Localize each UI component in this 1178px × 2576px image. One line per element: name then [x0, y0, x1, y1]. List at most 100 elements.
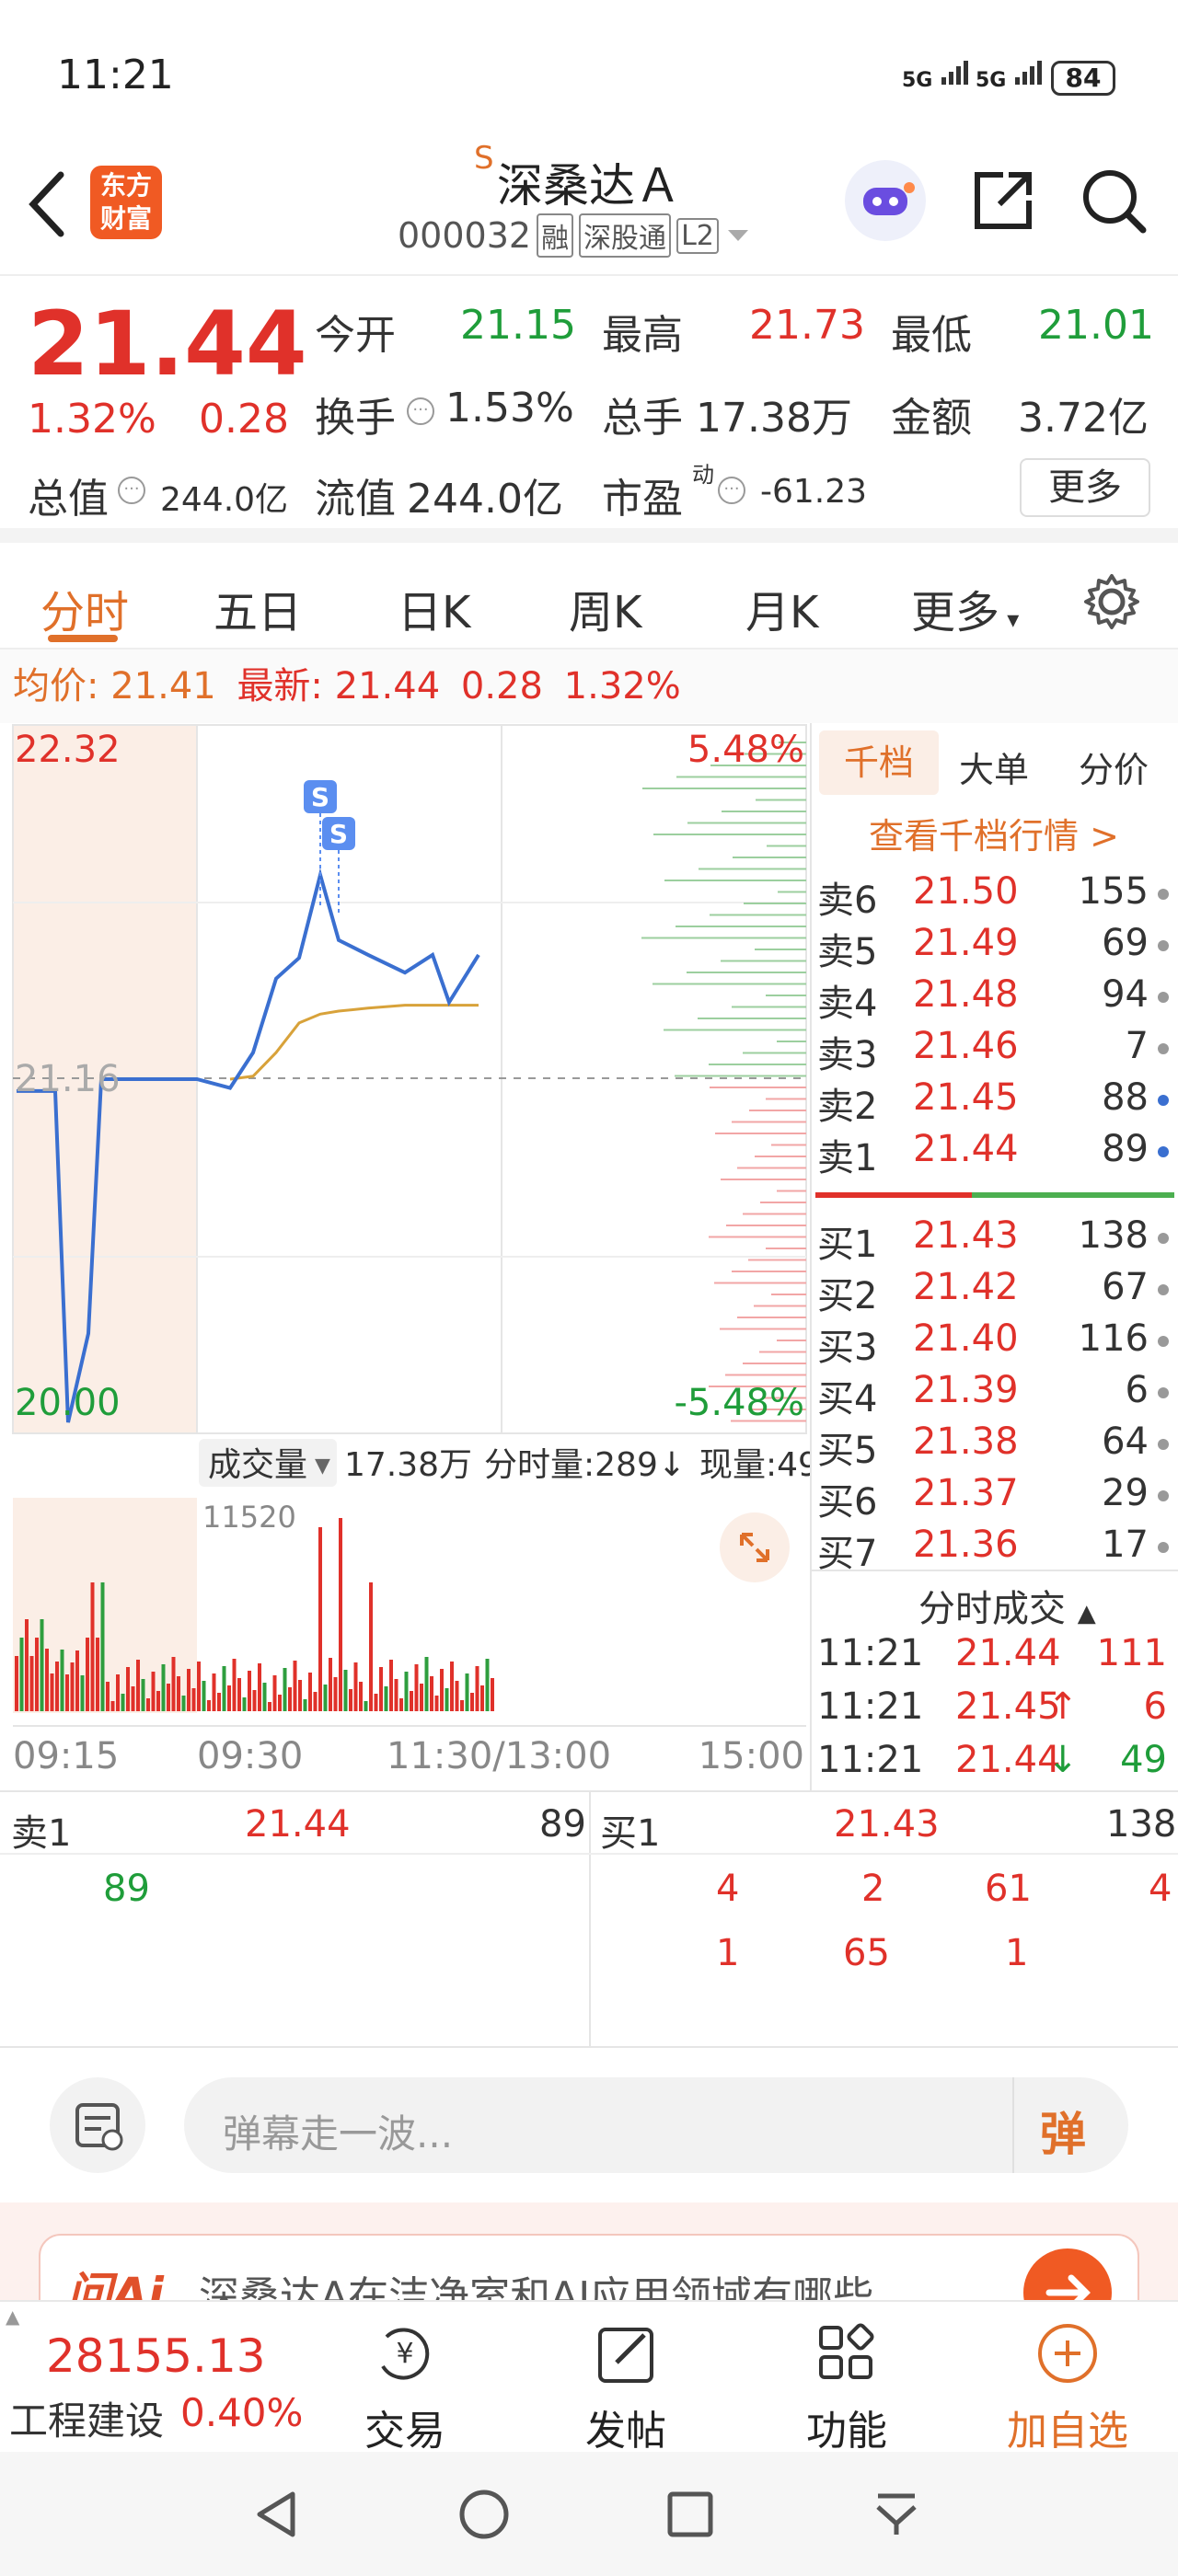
- tab-big-orders[interactable]: 大单: [959, 742, 1029, 792]
- order-dot: [1158, 1284, 1169, 1295]
- volume-bar: [455, 1681, 459, 1711]
- sell-order-row[interactable]: 卖3 21.46 7: [812, 1025, 1171, 1076]
- order-price: 21.36: [913, 1524, 1019, 1566]
- depth-bar: [641, 937, 806, 939]
- tab-daily-k[interactable]: 日K: [398, 576, 470, 640]
- sell-order-row[interactable]: 卖4 21.48 94: [812, 973, 1171, 1025]
- order-volume: 17: [1102, 1524, 1149, 1566]
- danmu-input[interactable]: 弹幕走一波... 弹: [184, 2077, 1128, 2173]
- sell-order-row[interactable]: 卖5 21.49 69: [812, 922, 1171, 973]
- index-ticker[interactable]: ▲ 28155.13 工程建设 0.40%: [0, 2302, 313, 2454]
- volume-bar: [60, 1650, 64, 1711]
- danmu-settings-icon[interactable]: [50, 2077, 145, 2173]
- ai-banner[interactable]: 问Ai 深桑达A在洁净室和AI应用领域有哪些: [39, 2234, 1139, 2300]
- order-price: 21.39: [913, 1369, 1019, 1411]
- share-icon[interactable]: [966, 164, 1040, 237]
- expand-button[interactable]: [720, 1512, 790, 1582]
- volume-bar: [197, 1662, 201, 1711]
- info-icon[interactable]: ···: [718, 477, 745, 504]
- volume-bar: [420, 1684, 423, 1711]
- recents-square-icon[interactable]: [663, 2487, 718, 2542]
- high-value: 21.73: [749, 302, 865, 349]
- depth-bar: [754, 1305, 806, 1307]
- tab-more[interactable]: 更多 ▾: [911, 576, 1019, 640]
- brand-logo[interactable]: 东方财富: [90, 166, 162, 239]
- depth-bar: [687, 972, 806, 973]
- pct-bottom-label: -5.48%: [674, 1382, 804, 1424]
- order-level: 卖4: [817, 983, 878, 1025]
- info-icon[interactable]: ···: [407, 397, 434, 425]
- tab-indicator: [48, 635, 118, 642]
- open-label: 今开: [315, 312, 396, 359]
- sell-bar: [815, 1192, 972, 1198]
- nav-add-watchlist[interactable]: 加自选: [976, 2320, 1160, 2456]
- buy-order-row[interactable]: 买2 21.42 67: [812, 1266, 1171, 1317]
- buy-order-row[interactable]: 买6 21.37 29: [812, 1472, 1171, 1524]
- intraday-chart[interactable]: S S 22.32 21.16 20.00 5.48% -5.48% 成交量 ▼…: [0, 723, 819, 1790]
- sell-order-row[interactable]: 卖6 21.50 155: [812, 870, 1171, 922]
- nav-trade[interactable]: ¥ 交易: [313, 2320, 497, 2456]
- depth-bar: [675, 1075, 806, 1077]
- tab-monthly-k[interactable]: 月K: [745, 576, 818, 640]
- volume-bar: [404, 1672, 409, 1711]
- danmu-send-button[interactable]: 弹: [1040, 2098, 1086, 2164]
- info-icon[interactable]: ···: [118, 477, 145, 504]
- trades-title[interactable]: 分时成交 ▲: [918, 1579, 1096, 1632]
- buy-order-row[interactable]: 买3 21.40 116: [812, 1317, 1171, 1369]
- tab-intraday[interactable]: 分时: [40, 576, 129, 640]
- tab-depth[interactable]: 千档: [819, 730, 939, 795]
- depth-bar: [760, 1202, 806, 1203]
- queue-buy-vol: 138: [1106, 1803, 1177, 1846]
- danmu-bar: 弹幕走一波... 弹: [0, 2048, 1178, 2195]
- signal-icon-2: 5G: [976, 57, 1050, 92]
- buy-order-row[interactable]: 买5 21.38 64: [812, 1420, 1171, 1472]
- sell-order-row[interactable]: 卖2 21.45 88: [812, 1076, 1171, 1128]
- back-triangle-icon[interactable]: [248, 2487, 304, 2542]
- status-time: 11:21: [57, 52, 174, 98]
- signal-icon: 5G: [902, 57, 976, 92]
- buy-order-row[interactable]: 买4 21.39 6: [812, 1369, 1171, 1420]
- volume-bar: [283, 1668, 287, 1711]
- nav-functions[interactable]: 功能: [755, 2320, 939, 2456]
- dropdown-triangle-icon[interactable]: [724, 226, 752, 245]
- tab-price-dist[interactable]: 分价: [1079, 742, 1149, 792]
- order-price: 21.49: [913, 922, 1019, 964]
- sell-order-row[interactable]: 卖1 21.44 89: [812, 1128, 1171, 1179]
- order-volume: 89: [1102, 1128, 1149, 1170]
- ai-go-button[interactable]: [1023, 2248, 1112, 2300]
- order-level: 买4: [817, 1378, 878, 1420]
- volume-bar: [116, 1674, 120, 1711]
- volume-bar: [353, 1662, 358, 1711]
- volume-bar: [262, 1683, 267, 1711]
- more-button[interactable]: 更多: [1020, 458, 1150, 517]
- menu-down-icon[interactable]: [869, 2487, 924, 2542]
- volume-bar: [121, 1694, 125, 1711]
- home-circle-icon[interactable]: [456, 2487, 512, 2542]
- order-dot: [1158, 1146, 1169, 1157]
- buy-order-row[interactable]: 买1 21.43 138: [812, 1214, 1171, 1266]
- order-dot: [1158, 1336, 1169, 1347]
- tab-five-day[interactable]: 五日: [214, 576, 302, 640]
- nav-post[interactable]: 发帖: [534, 2320, 718, 2456]
- volume-bar: [394, 1679, 398, 1711]
- volume-bar: [237, 1678, 241, 1711]
- volume-bar: [268, 1702, 271, 1711]
- stock-meta: 000032 融 深股通 L2: [398, 213, 752, 258]
- order-volume: 29: [1102, 1472, 1149, 1514]
- volume-bar: [329, 1658, 332, 1711]
- order-dot: [1158, 1233, 1169, 1244]
- buy-order-row[interactable]: 买7 21.36 17: [812, 1524, 1171, 1575]
- depth-link[interactable]: 查看千档行情 >: [869, 808, 1119, 858]
- volume-bar: [491, 1678, 494, 1711]
- trade-icon: ¥: [381, 2328, 430, 2380]
- trade-price: 21.45: [955, 1685, 1061, 1728]
- back-arrow-icon[interactable]: [24, 167, 70, 241]
- intraday-chart-area[interactable]: S S 22.32 21.16 20.00 5.48% -5.48% 成交量 ▼…: [0, 723, 819, 1790]
- pct-top-label: 5.48%: [687, 729, 804, 771]
- search-icon[interactable]: [1077, 164, 1150, 237]
- x-label-1500: 15:00: [699, 1735, 804, 1777]
- settings-gear-icon[interactable]: [1082, 572, 1141, 631]
- volume-bar: [248, 1671, 251, 1711]
- tab-weekly-k[interactable]: 周K: [569, 576, 641, 640]
- assistant-avatar[interactable]: [845, 160, 926, 241]
